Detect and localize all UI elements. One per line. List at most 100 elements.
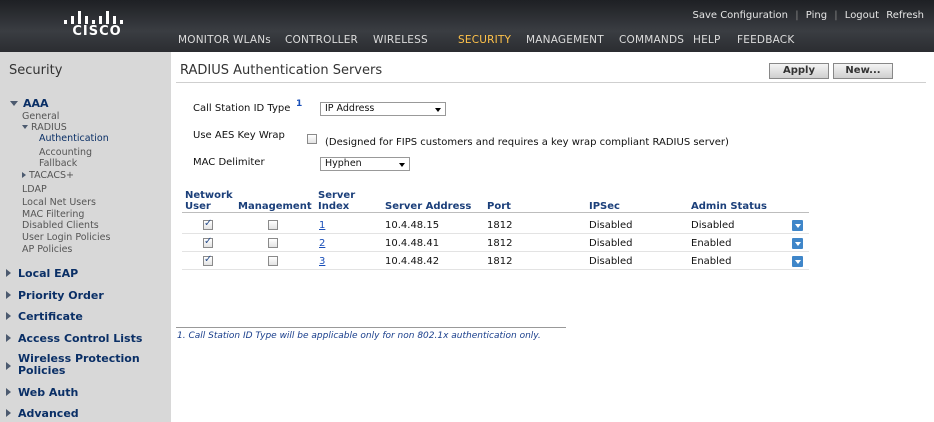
logout-link[interactable]: Logout [845,10,879,21]
sidebar-item-tacacs[interactable]: TACACS+ [22,170,74,181]
expanded-arrow-icon [22,125,28,129]
mac-delimiter-label: MAC Delimiter [193,157,265,168]
sidebar-access-control-lists[interactable]: Access Control Lists [6,332,142,345]
server-index-link[interactable]: 2 [319,238,325,249]
call-station-id-type-label: Call Station ID Type [193,103,291,114]
save-configuration-link[interactable]: Save Configuration [692,10,788,21]
table-header-divider [182,212,809,213]
sidebar-advanced[interactable]: Advanced [6,407,79,420]
network-user-checkbox[interactable] [203,254,213,266]
column-header-management: Management [238,201,312,212]
column-header-port: Port [487,201,511,212]
sidebar-title: Security [9,63,63,78]
footnote: 1. Call Station ID Type will be applicab… [177,331,541,341]
port-cell: 1812 [487,256,513,267]
server-address-cell: 10.4.48.41 [385,238,440,249]
server-index-link[interactable]: 3 [319,256,325,267]
aes-key-wrap-checkbox[interactable] [307,134,317,144]
sidebar-wireless-protection-policies[interactable]: Wireless Protection Policies [6,353,166,377]
title-divider [176,82,926,83]
row-dropdown-icon[interactable] [792,238,803,249]
sidebar-aaa[interactable]: AAA [10,97,49,110]
nav-help[interactable]: HELP [693,34,721,46]
call-station-id-type-select[interactable]: IP Address [320,102,446,116]
nav-commands[interactable]: COMMANDS [619,34,684,46]
collapsed-arrow-icon [6,362,11,370]
server-address-cell: 10.4.48.42 [385,256,440,267]
collapsed-arrow-icon [6,409,11,417]
collapsed-arrow-icon [6,312,11,320]
collapsed-arrow-icon [6,269,11,277]
call-station-id-type-value: IP Address [325,103,375,114]
aes-key-wrap-note: (Designed for FIPS customers and require… [325,137,729,148]
row-dropdown-icon[interactable] [792,256,803,267]
sidebar-item-mac-filtering[interactable]: MAC Filtering [22,209,84,220]
sidebar-item-disabled-clients[interactable]: Disabled Clients [22,220,99,231]
sidebar-item-accounting[interactable]: Accounting [39,147,92,158]
collapsed-arrow-icon [6,291,11,299]
sidebar-item-radius[interactable]: RADIUS [22,122,67,133]
footnote-marker: 1 [296,99,303,109]
page-title: RADIUS Authentication Servers [180,63,383,78]
management-checkbox[interactable] [268,238,278,248]
nav-feedback[interactable]: FEEDBACK [737,34,794,46]
apply-button[interactable]: Apply [769,63,829,79]
admin-status-cell: Enabled [691,256,732,267]
server-index-link[interactable]: 1 [319,220,325,231]
chevron-down-icon [399,163,405,167]
sidebar-local-eap[interactable]: Local EAP [6,267,78,280]
admin-status-cell: Disabled [691,220,735,231]
sidebar-item-general[interactable]: General [22,111,59,122]
top-header: cisco Save Configuration | Ping | Logout… [0,0,934,52]
nav-management[interactable]: MANAGEMENT [526,34,604,46]
ping-link[interactable]: Ping [806,10,827,21]
network-user-checkbox[interactable] [203,236,213,248]
refresh-link[interactable]: Refresh [886,10,924,21]
nav-controller[interactable]: CONTROLLER [285,34,358,46]
column-header-server-address: Server Address [385,201,472,212]
sidebar-priority-order[interactable]: Priority Order [6,289,104,302]
sidebar-item-authentication[interactable]: Authentication [39,133,109,144]
ipsec-cell: Disabled [589,220,633,231]
nav-wireless[interactable]: WIRELESS [373,34,428,46]
column-header-admin-status: Admin Status [691,201,767,212]
cisco-logo-bars [64,10,124,24]
aes-key-wrap-label: Use AES Key Wrap [193,130,285,141]
sidebar-item-ldap[interactable]: LDAP [22,184,47,195]
sidebar-item-ap-policies[interactable]: AP Policies [22,244,72,255]
management-checkbox[interactable] [268,256,278,266]
nav-monitor[interactable]: MONITOR [178,34,230,46]
new-button[interactable]: New... [833,63,893,79]
column-header-ipsec: IPSec [589,201,620,212]
sidebar-item-local-net-users[interactable]: Local Net Users [22,197,96,208]
row-divider [182,233,809,234]
expanded-arrow-icon [10,101,18,106]
row-divider [182,251,809,252]
top-links: Save Configuration | Ping | Logout Refre… [692,10,924,21]
collapsed-arrow-icon [6,388,11,396]
column-header-network-user: Network User [185,190,233,212]
row-divider [182,269,809,270]
sidebar-certificate[interactable]: Certificate [6,310,83,323]
mac-delimiter-select[interactable]: Hyphen [320,157,410,171]
port-cell: 1812 [487,220,513,231]
row-dropdown-icon[interactable] [792,220,803,231]
cisco-logo: cisco [47,10,147,50]
cisco-logo-text: cisco [72,24,122,39]
management-checkbox[interactable] [268,220,278,230]
sidebar-web-auth[interactable]: Web Auth [6,386,78,399]
ipsec-cell: Disabled [589,238,633,249]
nav-security[interactable]: SECURITY [458,34,511,46]
port-cell: 1812 [487,238,513,249]
ipsec-cell: Disabled [589,256,633,267]
network-user-checkbox[interactable] [203,218,213,230]
chevron-down-icon [435,108,441,112]
sidebar-item-user-login-policies[interactable]: User Login Policies [22,232,110,243]
sidebar-item-fallback[interactable]: Fallback [39,158,77,169]
collapsed-arrow-icon [6,334,11,342]
nav-wlans[interactable]: WLANs [233,34,271,46]
footnote-divider [176,327,566,328]
column-header-server-index: Server Index [318,190,356,212]
server-address-cell: 10.4.48.15 [385,220,440,231]
sidebar: Security AAA General RADIUS Authenticati… [0,52,171,422]
